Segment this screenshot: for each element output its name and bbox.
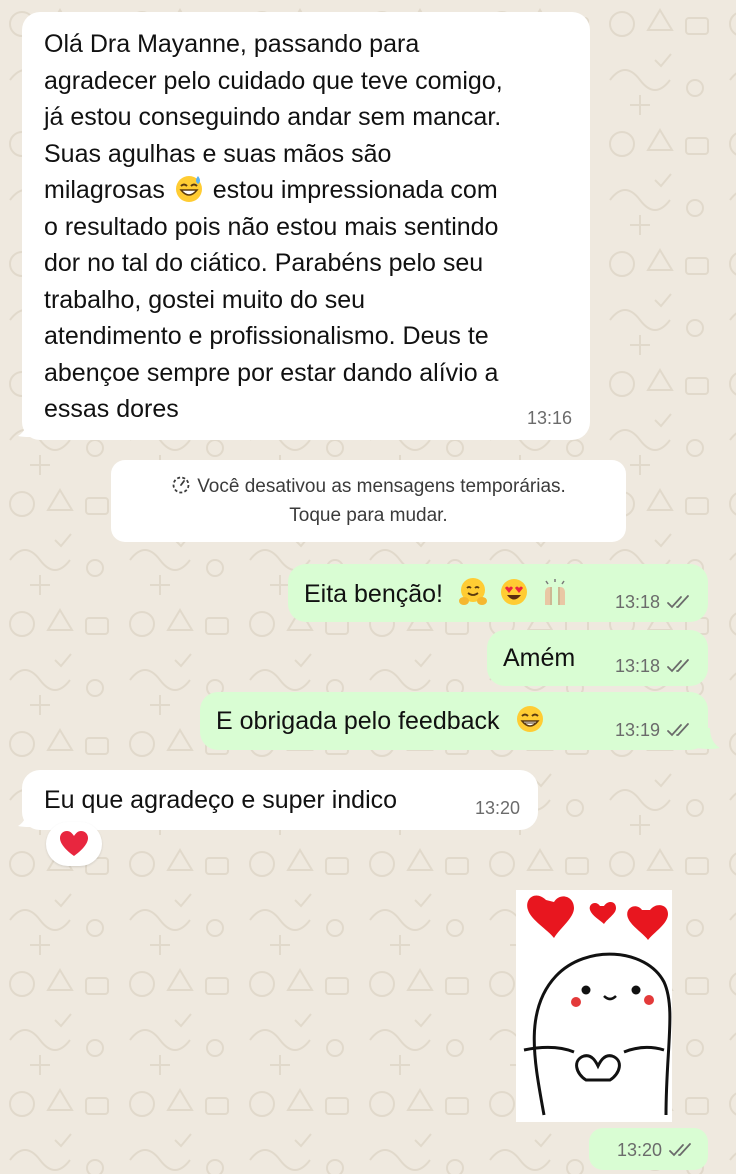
heart-eyes-emoji [500, 579, 527, 605]
message-text: Eu que agradeço e super indico [44, 786, 398, 814]
read-ticks-icon [667, 723, 689, 737]
grinning-sweat-emoji [175, 176, 202, 202]
outgoing-message[interactable]: Amém 13:18 [487, 630, 708, 686]
read-ticks-icon [667, 595, 689, 609]
message-line: trabalho, gostei muito do seu [44, 285, 366, 314]
message-line: já estou conseguindo andar sem mancar. [44, 103, 502, 131]
message-text: milagrosas [44, 176, 165, 204]
message-line: essas dores [44, 395, 179, 423]
message-reaction[interactable] [46, 822, 102, 866]
incoming-message[interactable]: Eu que agradeço e super indico 13:20 [22, 770, 538, 830]
incoming-message[interactable]: Olá Dra Mayanne, passando para agradecer… [22, 12, 590, 440]
time-text: 13:20 [616, 1140, 662, 1160]
message-text: estou impressionada com [212, 176, 498, 204]
message-time: 13:20 [617, 1140, 694, 1160]
beaming-grin-emoji [516, 706, 543, 732]
time-text: 13:19 [614, 720, 660, 740]
notice-line: Você desativou as mensagens temporárias. [111, 472, 626, 501]
message-line: atendimento e profissionalismo. Deus te [44, 322, 489, 350]
message-time: 13:20 [474, 798, 520, 818]
timer-off-icon [172, 476, 190, 494]
message-text: Eita benção! [304, 580, 443, 608]
sticker-art [523, 895, 672, 1116]
outgoing-message[interactable]: Eita benção! 13:18 [288, 564, 708, 622]
message-line: agradecer pelo cuidado que teve comigo, [44, 66, 503, 95]
message-text: E obrigada pelo feedback [216, 707, 500, 735]
hugging-face-emoji [458, 578, 487, 605]
message-time: 13:18 [615, 656, 692, 676]
time-text: 13:18 [614, 592, 660, 612]
message-line: dor no tal do ciático. Parabéns pelo seu [44, 249, 484, 277]
red-heart-emoji [60, 831, 88, 856]
read-ticks-icon [669, 1143, 691, 1157]
message-time: 13:18 [615, 592, 692, 612]
raising-hands-emoji [544, 579, 565, 605]
read-ticks-icon [667, 659, 689, 673]
message-time: 13:19 [615, 720, 692, 740]
message-line: o resultado pois não estou mais sentindo [44, 212, 499, 241]
message-line: Suas agulhas e suas mãos são [44, 139, 392, 168]
message-text: Amém [503, 644, 576, 672]
message-line: milagrosas estou impressionada com [44, 172, 570, 209]
outgoing-message[interactable]: E obrigada pelo feedback 13:19 [200, 692, 708, 750]
sticker-timestamp: 13:20 [589, 1128, 708, 1170]
message-line: Olá Dra Mayanne, passando para [44, 30, 420, 58]
notice-action: Toque para mudar. [289, 505, 448, 526]
disappearing-messages-notice[interactable]: Você desativou as mensagens temporárias.… [111, 460, 626, 542]
message-time: 13:16 [526, 408, 572, 428]
notice-text: Você desativou as mensagens temporárias. [197, 476, 566, 497]
message-line: abençoe sempre por estar dando alívio a [44, 358, 499, 387]
time-text: 13:18 [614, 656, 660, 676]
heart-hands-blob-sticker[interactable] [516, 890, 672, 1122]
